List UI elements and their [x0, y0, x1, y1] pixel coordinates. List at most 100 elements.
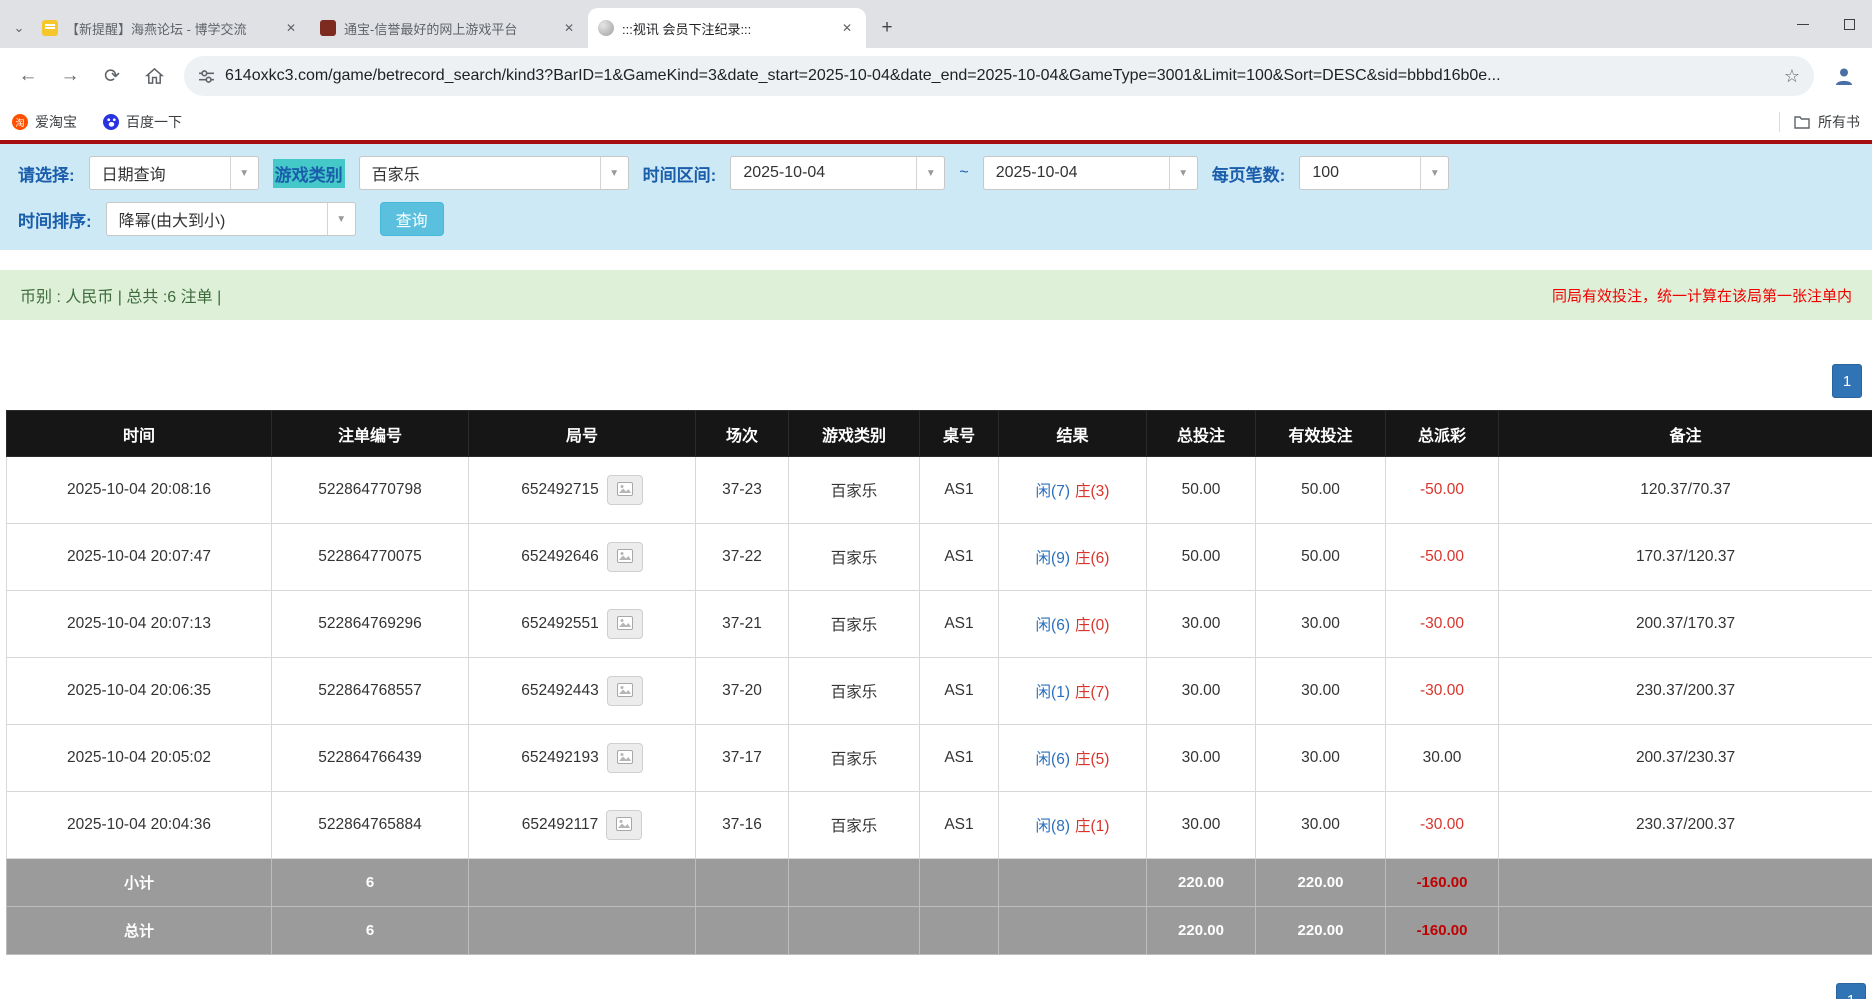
cell-session: 37-17 — [696, 725, 789, 792]
cell-time: 2025-10-04 20:05:02 — [7, 725, 272, 792]
query-mode-select[interactable]: 日期查询 ▼ — [89, 156, 259, 190]
chevron-down-icon[interactable]: ▼ — [600, 157, 628, 189]
cell-session: 37-16 — [696, 792, 789, 859]
round-detail-button[interactable] — [607, 676, 643, 706]
cell-round: 652492715 — [469, 457, 696, 524]
address-bar[interactable]: 614oxkc3.com/game/betrecord_search/kind3… — [184, 56, 1814, 96]
round-detail-button[interactable] — [607, 475, 643, 505]
date-end-select[interactable]: 2025-10-04 ▼ — [983, 156, 1198, 190]
browser-toolbar: ← → ⟳ 614oxkc3.com/game/betrecord_search… — [0, 48, 1872, 104]
round-detail-button[interactable] — [607, 609, 643, 639]
header-round: 局号 — [469, 411, 696, 457]
sort-select[interactable]: 降幂(由大到小) ▼ — [106, 202, 356, 236]
game-type-select[interactable]: 百家乐 ▼ — [359, 156, 629, 190]
tab-3-active[interactable]: :::视讯 会员下注纪录::: ✕ — [588, 8, 866, 48]
chevron-down-icon[interactable]: ▼ — [1169, 157, 1197, 189]
tab-close-icon[interactable]: ✕ — [560, 19, 578, 37]
page-1-button-bottom[interactable]: 1 — [1836, 983, 1866, 999]
bet-table-row: 2025-10-04 20:05:02 522864766439 6524921… — [7, 725, 1872, 792]
image-icon — [617, 683, 633, 697]
date-start-select[interactable]: 2025-10-04 ▼ — [730, 156, 945, 190]
round-detail-button[interactable] — [606, 810, 642, 840]
chevron-down-icon[interactable]: ▼ — [916, 157, 944, 189]
cell-total-bet[interactable]: 30.00 — [1147, 725, 1256, 792]
cell-total-bet[interactable]: 30.00 — [1147, 792, 1256, 859]
bookmark-star-icon[interactable]: ☆ — [1784, 66, 1800, 87]
header-time: 时间 — [7, 411, 272, 457]
filter-row-1: 请选择: 日期查询 ▼ 游戏类别 百家乐 ▼ 时间区间: 2025-10-04 … — [18, 156, 1854, 190]
currency-total-info: 币别 : 人民币 | 总共 :6 注单 | — [20, 283, 221, 307]
page-size-select[interactable]: 100 ▼ — [1299, 156, 1449, 190]
all-bookmarks-label: 所有书 — [1818, 112, 1860, 132]
cell-table-no: AS1 — [920, 658, 999, 725]
url-text[interactable]: 614oxkc3.com/game/betrecord_search/kind3… — [225, 67, 1774, 85]
cell-game-type: 百家乐 — [789, 524, 920, 591]
home-button[interactable] — [136, 58, 172, 94]
total-valid-bet: 220.00 — [1256, 907, 1386, 955]
site-info-icon[interactable] — [198, 68, 215, 85]
subtotal-valid-bet: 220.00 — [1256, 859, 1386, 907]
folder-icon — [1794, 115, 1810, 129]
profile-avatar[interactable] — [1826, 58, 1862, 94]
bookmark-label: 百度一下 — [126, 112, 182, 132]
subtotal-row: 小计 6 220.00 220.00 -160.00 — [7, 859, 1872, 907]
minimize-button[interactable] — [1780, 0, 1826, 48]
cell-game-type: 百家乐 — [789, 591, 920, 658]
tab-2[interactable]: 通宝-信誉最好的网上游戏平台 ✕ — [310, 8, 588, 48]
cell-time: 2025-10-04 20:07:13 — [7, 591, 272, 658]
image-icon — [616, 817, 632, 831]
tab-1[interactable]: 【新提醒】海燕论坛 - 博学交流 ✕ — [32, 8, 310, 48]
image-icon — [617, 616, 633, 630]
cell-round: 652492551 — [469, 591, 696, 658]
cell-remark: 230.37/200.37 — [1499, 792, 1872, 859]
result-player: 闲(8) — [1036, 818, 1070, 835]
new-tab-button[interactable]: + — [872, 13, 902, 43]
table-header-row: 时间 注单编号 局号 场次 游戏类别 桌号 结果 总投注 有效投注 总派彩 备注 — [7, 411, 1872, 457]
all-bookmarks-button[interactable]: 所有书 — [1779, 112, 1860, 132]
result-player: 闲(7) — [1036, 483, 1070, 500]
maximize-button[interactable] — [1826, 0, 1872, 48]
subtotal-total-bet: 220.00 — [1147, 859, 1256, 907]
tab-close-icon[interactable]: ✕ — [838, 19, 856, 37]
chevron-down-icon[interactable]: ▼ — [1420, 157, 1448, 189]
cell-valid-bet: 30.00 — [1256, 725, 1386, 792]
cell-total-bet[interactable]: 50.00 — [1147, 524, 1256, 591]
chevron-down-icon[interactable]: ▼ — [327, 203, 355, 235]
cell-total-bet[interactable]: 30.00 — [1147, 658, 1256, 725]
refresh-button[interactable]: ⟳ — [94, 58, 130, 94]
bookmark-item-taobao[interactable]: 淘 爱淘宝 — [12, 112, 77, 132]
tab-search-chevron-icon[interactable]: ⌄ — [6, 8, 32, 48]
game-type-label: 游戏类别 — [273, 159, 345, 188]
search-button[interactable]: 查询 — [380, 202, 444, 236]
tab-3-favicon-icon — [598, 20, 614, 36]
tab-2-favicon-icon — [320, 20, 336, 36]
result-player: 闲(6) — [1036, 751, 1070, 768]
cell-total-payout: -30.00 — [1386, 658, 1499, 725]
page-size-label: 每页笔数: — [1212, 161, 1286, 186]
chevron-down-icon[interactable]: ▼ — [230, 157, 258, 189]
result-banker: 庄(0) — [1075, 617, 1109, 634]
bet-table-row: 2025-10-04 20:07:13 522864769296 6524925… — [7, 591, 1872, 658]
tab-close-icon[interactable]: ✕ — [282, 19, 300, 37]
bookmark-item-baidu[interactable]: 百度一下 — [103, 112, 182, 132]
cell-total-bet[interactable]: 50.00 — [1147, 457, 1256, 524]
cell-total-payout: 30.00 — [1386, 725, 1499, 792]
header-total-payout: 总派彩 — [1386, 411, 1499, 457]
total-row: 总计 6 220.00 220.00 -160.00 — [7, 907, 1872, 955]
back-button[interactable]: ← — [10, 58, 46, 94]
notice-text: 同局有效投注，统一计算在该局第一张注单内 — [1552, 285, 1852, 306]
round-detail-button[interactable] — [607, 743, 643, 773]
round-detail-button[interactable] — [607, 542, 643, 572]
cell-result: 闲(7)庄(3) — [999, 457, 1147, 524]
cell-bet-id: 522864765884 — [272, 792, 469, 859]
date-separator: ~ — [959, 164, 968, 182]
pagination-top: 1 — [0, 364, 1862, 398]
cell-total-bet[interactable]: 30.00 — [1147, 591, 1256, 658]
page-1-button[interactable]: 1 — [1832, 364, 1862, 398]
cell-bet-id: 522864769296 — [272, 591, 469, 658]
sort-value: 降幂(由大到小) — [107, 207, 327, 231]
forward-button[interactable]: → — [52, 58, 88, 94]
result-player: 闲(6) — [1036, 617, 1070, 634]
cell-game-type: 百家乐 — [789, 457, 920, 524]
bet-record-table: 时间 注单编号 局号 场次 游戏类别 桌号 结果 总投注 有效投注 总派彩 备注… — [6, 410, 1872, 955]
